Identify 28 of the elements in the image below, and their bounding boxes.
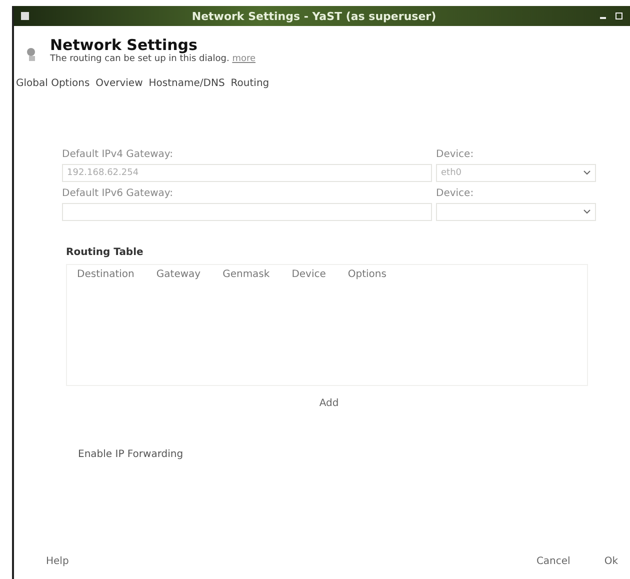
tab[interactable]: Overview <box>96 78 143 89</box>
tab[interactable]: Global Options <box>16 78 90 89</box>
dialog-description: The routing can be set up in this dialog. more <box>50 54 256 64</box>
tab[interactable]: Routing <box>230 78 270 89</box>
column-header[interactable]: Destination <box>77 269 134 280</box>
gateway-label: Default IPv4 Gateway: <box>62 149 174 162</box>
device-label: Device: <box>436 149 475 162</box>
tab[interactable]: Hostname/DNS <box>148 78 225 89</box>
more-link[interactable]: more <box>232 54 256 64</box>
dialog-title: Network Settings <box>50 36 198 54</box>
ok-button[interactable]: Ok <box>602 554 620 569</box>
help-button[interactable]: Help <box>44 554 71 569</box>
chevron-down-icon <box>583 209 591 215</box>
gateway-field[interactable] <box>62 203 432 221</box>
window-title: Network Settings - YaST (as superuser) <box>190 10 438 22</box>
device-label: Device: <box>436 188 475 201</box>
ip-forwarding-option[interactable]: Enable IP Forwarding <box>78 449 596 460</box>
column-header[interactable]: Options <box>348 269 386 280</box>
add-button[interactable]: Add <box>313 396 345 411</box>
column-header[interactable]: Gateway <box>156 269 201 280</box>
column-header[interactable]: Device <box>292 269 326 280</box>
section-title: Routing Table <box>66 247 144 258</box>
cancel-button[interactable]: Cancel <box>534 554 572 569</box>
maximize-icon[interactable] <box>614 11 624 21</box>
gateway-label: Default IPv6 Gateway: <box>62 188 174 201</box>
chevron-down-icon <box>583 170 591 176</box>
column-header[interactable]: Genmask <box>222 269 270 280</box>
window-menu-icon[interactable] <box>20 11 30 21</box>
